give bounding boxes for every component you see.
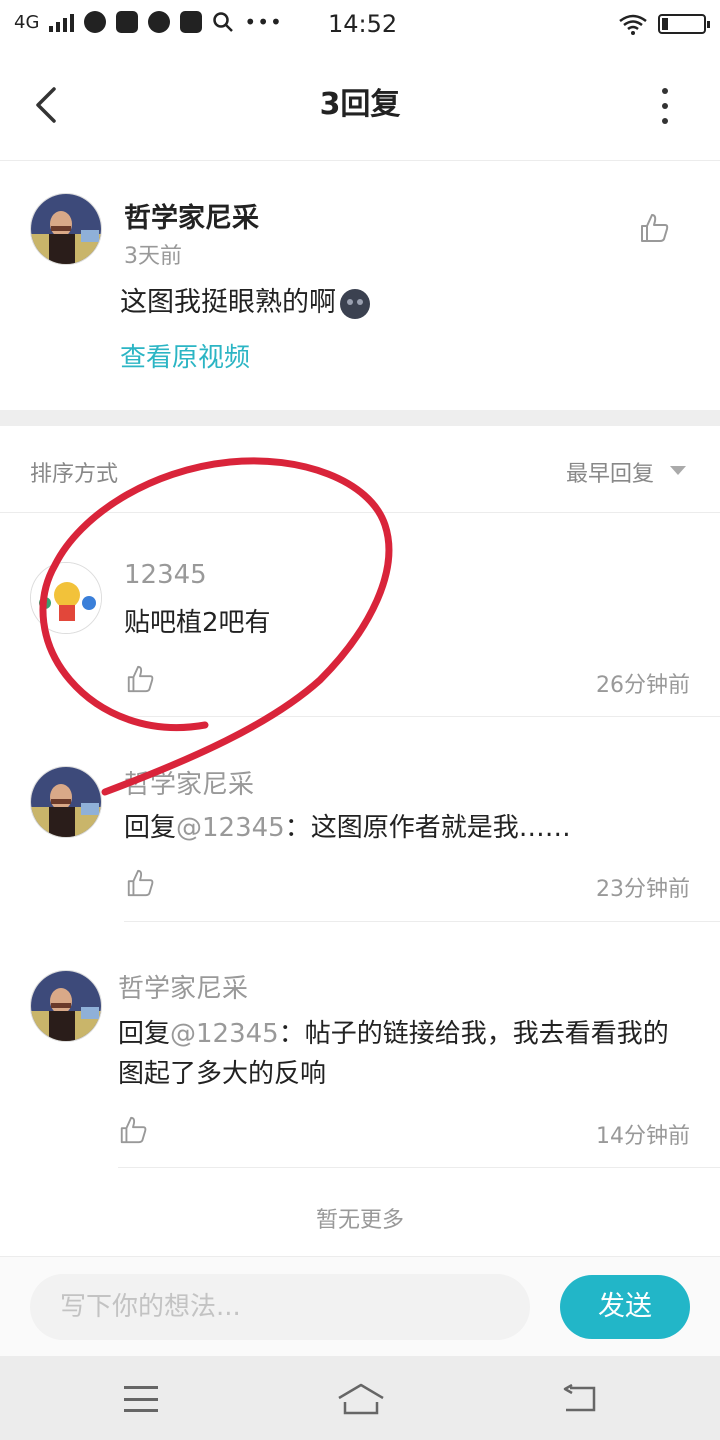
avatar[interactable] (30, 970, 102, 1042)
mail-icon (180, 11, 203, 33)
send-button[interactable]: 发送 (560, 1275, 690, 1339)
avatar[interactable] (30, 562, 102, 634)
status-bar: 4G ••• 14:52 (0, 0, 720, 50)
avatar[interactable] (30, 766, 102, 838)
more-status-icon: ••• (244, 10, 283, 34)
browser-icon (84, 11, 107, 33)
status-left: 4G ••• (14, 10, 283, 34)
reply-prefix: 回复 (118, 1019, 171, 1049)
post-text: 这图我挺眼熟的啊 (120, 280, 370, 319)
menu-icon[interactable] (124, 1386, 158, 1412)
reply-text: 回复@12345：这图原作者就是我…… (124, 808, 704, 848)
reply-text: 贴吧植2吧有 (124, 608, 271, 638)
page-title: 3回复 (319, 87, 401, 122)
reply-author[interactable]: 哲学家尼采 (118, 968, 248, 1005)
reply-time: 23分钟前 (596, 877, 690, 902)
thumbs-up-icon[interactable] (638, 212, 670, 244)
search-icon (213, 12, 234, 32)
sort-label: 排序方式 (30, 462, 119, 487)
mention-link[interactable]: @12345 (170, 1019, 279, 1049)
battery-icon (658, 14, 710, 34)
qq-icon (116, 11, 139, 33)
reply-prefix: 回复 (124, 813, 177, 843)
caret-down-icon[interactable] (670, 466, 686, 475)
reply-text: 回复@12345：帖子的链接给我，我去看看我的图起了多大的反响 (118, 1014, 688, 1094)
no-more-text: 暂无更多 (315, 1208, 404, 1233)
moon-face-emoji-icon (340, 288, 370, 319)
wechat-icon (148, 11, 171, 33)
divider (124, 921, 720, 922)
reply-author[interactable]: 哲学家尼采 (124, 764, 254, 801)
reply-content: ：这图原作者就是我…… (284, 813, 571, 843)
wifi-icon (619, 14, 647, 35)
thumbs-up-icon[interactable] (125, 868, 155, 898)
divider (124, 716, 720, 717)
reply-time: 14分钟前 (596, 1124, 690, 1149)
network-label: 4G (14, 11, 40, 33)
post-text-content: 这图我挺眼熟的啊 (120, 287, 336, 318)
sort-dropdown[interactable]: 最早回复 (566, 456, 654, 488)
divider (118, 1167, 720, 1168)
thumbs-up-icon[interactable] (118, 1115, 148, 1145)
comment-input[interactable] (30, 1274, 530, 1340)
thumbs-up-icon[interactable] (125, 664, 155, 694)
clock: 14:52 (328, 10, 398, 38)
view-original-video-link[interactable]: 查看原视频 (120, 337, 250, 374)
section-separator (0, 410, 720, 426)
post-time: 3天前 (124, 244, 182, 269)
back-nav-icon[interactable] (560, 1384, 598, 1414)
home-icon[interactable] (336, 1382, 386, 1416)
reply-time: 26分钟前 (596, 673, 690, 698)
divider (0, 512, 720, 513)
more-vertical-icon[interactable] (650, 88, 680, 124)
avatar[interactable] (30, 193, 102, 265)
mention-link[interactable]: @12345 (176, 813, 285, 843)
reply-author[interactable]: 12345 (124, 560, 207, 590)
signal-icon (49, 12, 75, 32)
post-author[interactable]: 哲学家尼采 (124, 196, 259, 235)
